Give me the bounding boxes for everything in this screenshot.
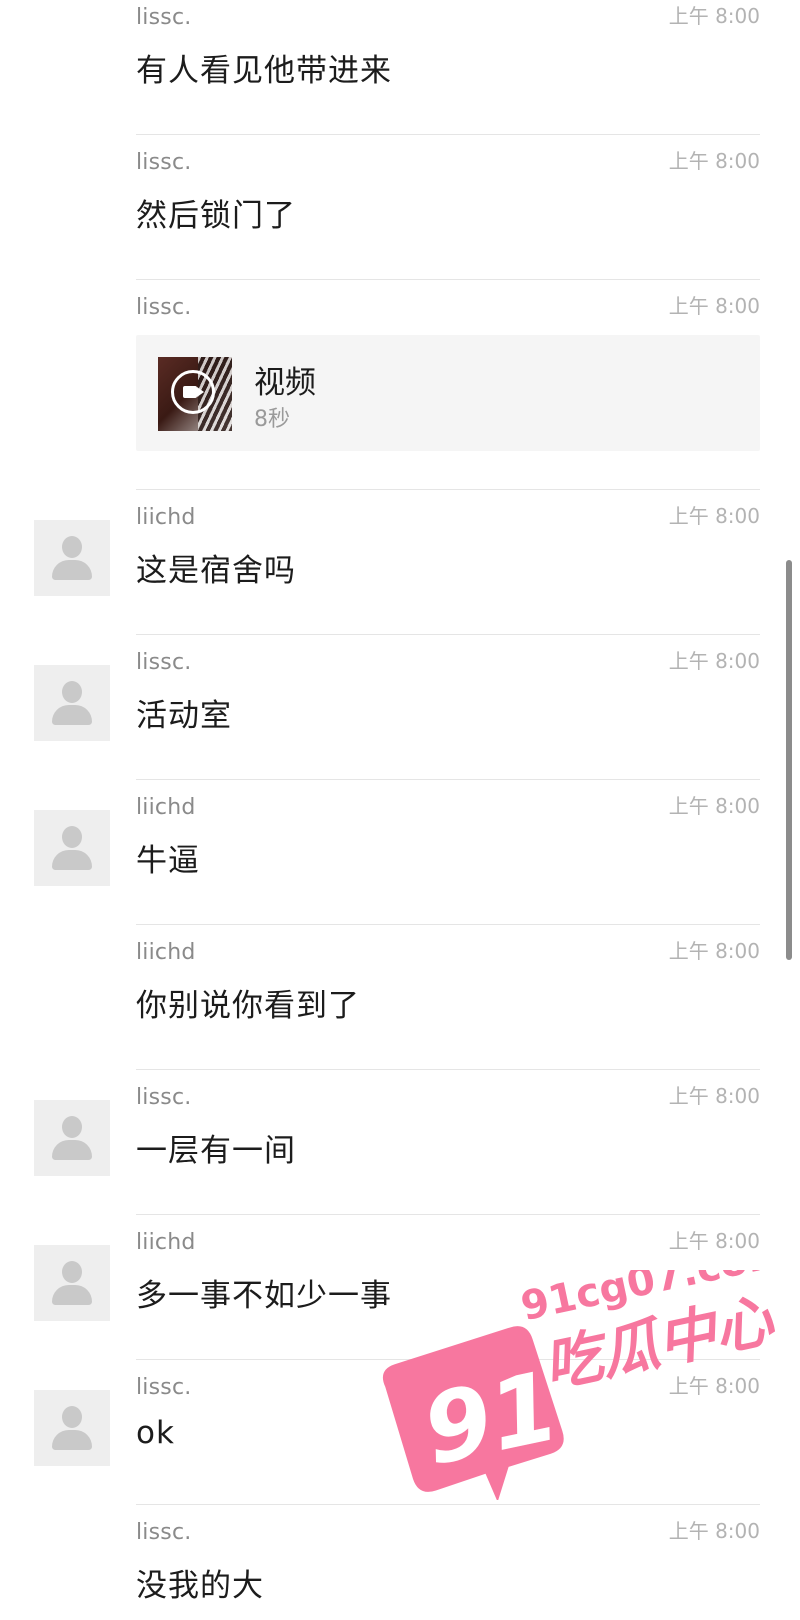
message-text[interactable]: 这是宿舍吗 bbox=[136, 545, 296, 590]
avatar-head-icon bbox=[62, 826, 82, 848]
sender-name[interactable]: lissc. bbox=[136, 1520, 191, 1545]
message-time: 上午 8:00 bbox=[668, 794, 760, 818]
message-text[interactable]: 活动室 bbox=[136, 690, 232, 735]
message-row: lissc. 上午 8:00 有人看见他带进来 bbox=[0, 0, 800, 135]
avatar-head-icon bbox=[62, 681, 82, 703]
message-text[interactable]: 牛逼 bbox=[136, 835, 200, 880]
avatar[interactable] bbox=[34, 810, 110, 886]
message-text[interactable]: 你别说你看到了 bbox=[136, 980, 360, 1025]
video-message-card[interactable]: 视频 8秒 bbox=[136, 335, 760, 451]
message-row: liichd 上午 8:00 多一事不如少一事 bbox=[0, 1215, 800, 1360]
video-duration: 8秒 bbox=[254, 407, 290, 432]
scrollbar[interactable] bbox=[786, 560, 792, 960]
avatar-head-icon bbox=[62, 1116, 82, 1138]
sender-name[interactable]: lissc. bbox=[136, 150, 191, 175]
message-text[interactable]: 有人看见他带进来 bbox=[136, 45, 392, 90]
sender-name[interactable]: liichd bbox=[136, 1230, 196, 1255]
message-row-video: lissc. 上午 8:00 视频 8秒 bbox=[0, 280, 800, 490]
video-camera-lens-icon bbox=[197, 387, 204, 397]
avatar-body-icon bbox=[52, 560, 92, 580]
message-row: liichd 上午 8:00 牛逼 bbox=[0, 780, 800, 925]
message-text[interactable]: 然后锁门了 bbox=[136, 190, 296, 235]
message-row: lissc. 上午 8:00 ok bbox=[0, 1360, 800, 1505]
sender-name[interactable]: lissc. bbox=[136, 5, 191, 30]
sender-name[interactable]: liichd bbox=[136, 795, 196, 820]
message-time: 上午 8:00 bbox=[668, 504, 760, 528]
message-time: 上午 8:00 bbox=[668, 1519, 760, 1543]
video-thumbnail[interactable] bbox=[158, 357, 232, 431]
message-time: 上午 8:00 bbox=[668, 1084, 760, 1108]
message-time: 上午 8:00 bbox=[668, 294, 760, 318]
message-time: 上午 8:00 bbox=[668, 939, 760, 963]
sender-name[interactable]: lissc. bbox=[136, 295, 191, 320]
video-title: 视频 bbox=[254, 365, 316, 401]
message-row: lissc. 上午 8:00 然后锁门了 bbox=[0, 135, 800, 280]
message-text[interactable]: 没我的大 bbox=[136, 1560, 264, 1605]
message-time: 上午 8:00 bbox=[668, 4, 760, 28]
avatar-body-icon bbox=[52, 705, 92, 725]
avatar[interactable] bbox=[34, 665, 110, 741]
avatar-head-icon bbox=[62, 1406, 82, 1428]
avatar[interactable] bbox=[34, 1245, 110, 1321]
message-row: lissc. 上午 8:00 活动室 bbox=[0, 635, 800, 780]
message-text[interactable]: 多一事不如少一事 bbox=[136, 1270, 392, 1315]
sender-name[interactable]: lissc. bbox=[136, 650, 191, 675]
message-text[interactable]: ok bbox=[136, 1415, 175, 1451]
message-time: 上午 8:00 bbox=[668, 149, 760, 173]
avatar[interactable] bbox=[34, 1390, 110, 1466]
message-row: lissc. 上午 8:00 一层有一间 bbox=[0, 1070, 800, 1215]
avatar[interactable] bbox=[34, 520, 110, 596]
message-time: 上午 8:00 bbox=[668, 649, 760, 673]
avatar-head-icon bbox=[62, 536, 82, 558]
message-time: 上午 8:00 bbox=[668, 1374, 760, 1398]
sender-name[interactable]: lissc. bbox=[136, 1375, 191, 1400]
avatar-body-icon bbox=[52, 1430, 92, 1450]
sender-name[interactable]: lissc. bbox=[136, 1085, 191, 1110]
avatar-body-icon bbox=[52, 1140, 92, 1160]
sender-name[interactable]: liichd bbox=[136, 505, 196, 530]
avatar[interactable] bbox=[34, 1100, 110, 1176]
message-time: 上午 8:00 bbox=[668, 1229, 760, 1253]
sender-name[interactable]: liichd bbox=[136, 940, 196, 965]
message-text[interactable]: 一层有一间 bbox=[136, 1125, 296, 1170]
avatar-body-icon bbox=[52, 1285, 92, 1305]
message-row: liichd 上午 8:00 你别说你看到了 bbox=[0, 925, 800, 1070]
avatar-body-icon bbox=[52, 850, 92, 870]
message-row: lissc. 上午 8:00 没我的大 bbox=[0, 1505, 800, 1620]
video-camera-icon bbox=[183, 386, 197, 398]
message-row: liichd 上午 8:00 这是宿舍吗 bbox=[0, 490, 800, 635]
avatar-head-icon bbox=[62, 1261, 82, 1283]
